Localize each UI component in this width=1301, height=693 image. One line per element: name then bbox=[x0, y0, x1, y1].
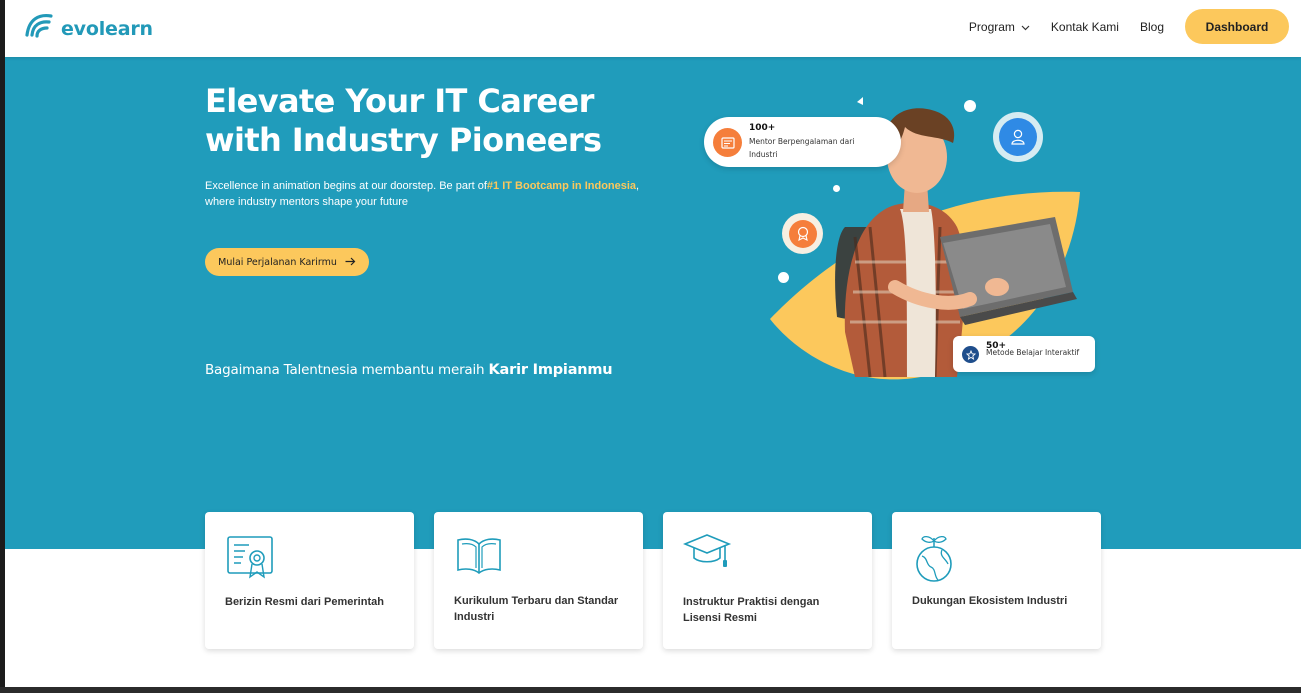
window-bottom-edge bbox=[0, 687, 1301, 693]
start-career-label: Mulai Perjalanan Karirmu bbox=[218, 256, 337, 268]
feature-card: Kurikulum Terbaru dan Standar Industri bbox=[434, 512, 643, 649]
award-badge-icon bbox=[782, 213, 823, 254]
open-book-icon bbox=[454, 532, 504, 581]
feature-label: Berizin Resmi dari Pemerintah bbox=[225, 596, 384, 608]
main-nav: Program Kontak Kami Blog Dashboard bbox=[969, 9, 1289, 44]
how-it-helps-bold: Karir Impianmu bbox=[488, 362, 613, 378]
hero-section: Elevate Your IT Career with Industry Pio… bbox=[5, 57, 1301, 549]
metode-icon bbox=[962, 346, 979, 363]
arrow-right-icon bbox=[345, 253, 356, 271]
nav-blog-label: Blog bbox=[1139, 19, 1164, 34]
decoration-dot bbox=[964, 100, 976, 112]
brand-logo[interactable]: evolearn bbox=[25, 13, 153, 44]
decoration-dot bbox=[833, 185, 840, 192]
graduation-cap-icon bbox=[682, 532, 733, 577]
mentor-icon bbox=[713, 128, 742, 157]
hero-title: Elevate Your IT Career with Industry Pio… bbox=[205, 82, 602, 159]
site-header: evolearn Program Kontak Kami Blog Dashbo… bbox=[5, 0, 1301, 57]
nav-program[interactable]: Program bbox=[969, 20, 1030, 34]
hero-description-highlight: #1 IT Bootcamp in Indonesia bbox=[486, 180, 637, 192]
mentor-stat-card: 100+ Mentor Berpengalaman dari Industri bbox=[704, 117, 901, 167]
how-it-helps-prefix: Bagaimana Talentnesia membantu meraih bbox=[205, 362, 485, 378]
feature-card: Dukungan Ekosistem Industri bbox=[892, 512, 1101, 649]
hero-description-text: Excellence in animation begins at our do… bbox=[205, 180, 487, 192]
mentor-stat-value: 100+ bbox=[749, 123, 776, 133]
brand-name: evolearn bbox=[61, 17, 153, 40]
certificate-icon bbox=[225, 532, 275, 587]
metode-stat-card: 50+ Metode Belajar Interaktif bbox=[953, 336, 1095, 372]
hero-illustration: 100+ Mentor Berpengalaman dari Industri bbox=[695, 87, 1115, 387]
globe-plant-icon bbox=[912, 532, 956, 589]
nav-blog[interactable]: Blog bbox=[1140, 20, 1164, 34]
feature-card: Instruktur Praktisi dengan Lisensi Resmi bbox=[663, 512, 872, 649]
feature-label: Instruktur Praktisi dengan Lisensi Resmi bbox=[683, 596, 820, 624]
metode-stat-label: Metode Belajar Interaktif bbox=[986, 348, 1080, 357]
feature-cards: Berizin Resmi dari Pemerintah Kurikulum … bbox=[205, 512, 1101, 649]
mentor-stat-label: Mentor Berpengalaman dari Industri bbox=[749, 137, 855, 159]
hero-description: Excellence in animation begins at our do… bbox=[205, 178, 665, 210]
nav-program-label: Program bbox=[968, 19, 1015, 34]
decoration-dot bbox=[778, 272, 789, 283]
page: evolearn Program Kontak Kami Blog Dashbo… bbox=[5, 0, 1301, 687]
dashboard-button[interactable]: Dashboard bbox=[1185, 9, 1289, 44]
instructor-avatar-icon bbox=[993, 112, 1043, 162]
feature-label: Dukungan Ekosistem Industri bbox=[912, 595, 1068, 607]
feature-card: Berizin Resmi dari Pemerintah bbox=[205, 512, 414, 649]
nav-kontak-label: Kontak Kami bbox=[1050, 19, 1119, 34]
feature-label: Kurikulum Terbaru dan Standar Industri bbox=[454, 595, 619, 623]
evolearn-logo-icon bbox=[25, 13, 53, 44]
start-career-button[interactable]: Mulai Perjalanan Karirmu bbox=[205, 248, 369, 276]
how-it-helps-heading: Bagaimana Talentnesia membantu meraih Ka… bbox=[205, 362, 613, 378]
chevron-down-icon bbox=[1021, 20, 1030, 34]
nav-kontak-kami[interactable]: Kontak Kami bbox=[1051, 20, 1119, 34]
